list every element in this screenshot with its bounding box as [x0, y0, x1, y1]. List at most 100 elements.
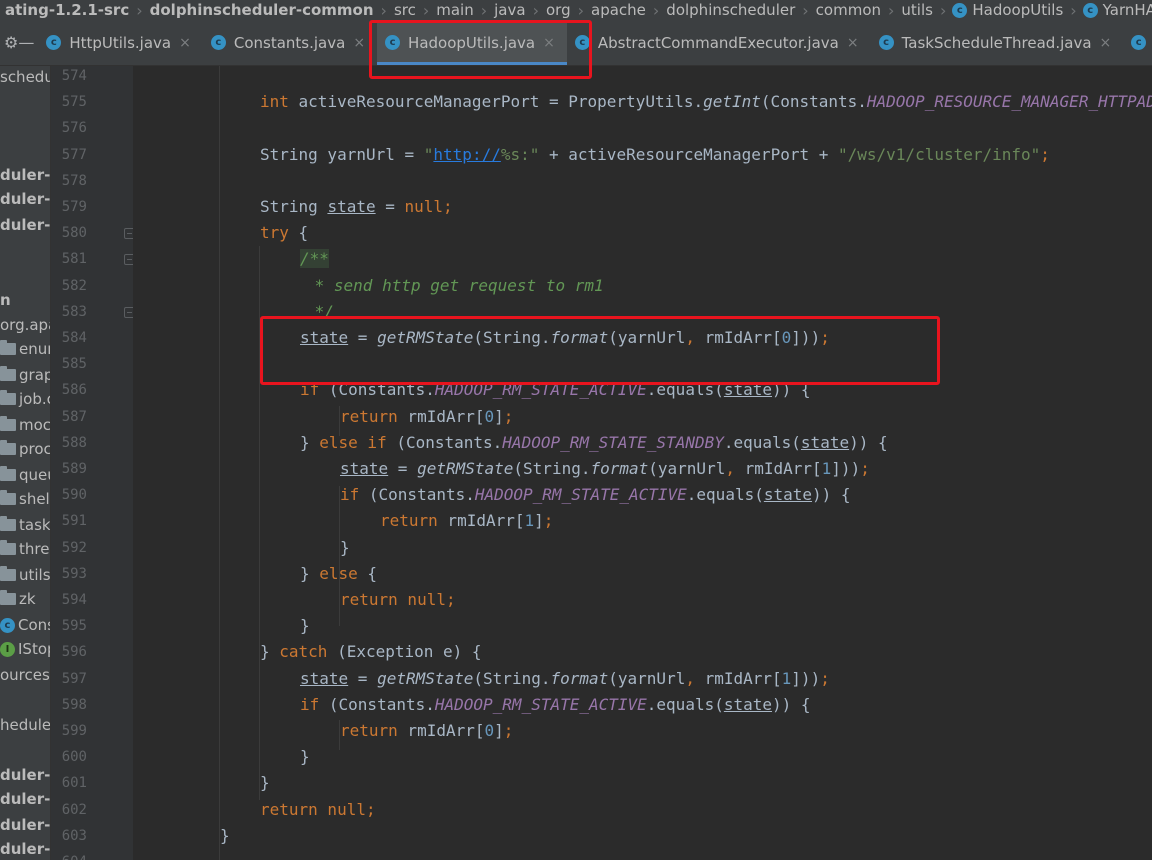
folder-icon [0, 366, 16, 381]
code-token: + activeResourceManagerPort + [539, 144, 838, 164]
breadcrumb-label: HadoopUtils [972, 1, 1064, 19]
project-tree-item[interactable]: IIStop [0, 638, 50, 660]
project-tree[interactable]: schedu duler-a duler-a duler-c n org.apa enur g… [0, 66, 50, 860]
code-line[interactable]: return rmIdArr[0]; [340, 404, 513, 430]
code-line[interactable]: } catch (Exception e) { [260, 639, 482, 665]
code-token: state [340, 459, 389, 478]
breadcrumb-item[interactable]: utils [896, 1, 938, 19]
project-tree-item[interactable]: proc [0, 438, 50, 460]
breadcrumb-item[interactable]: org [541, 1, 576, 19]
project-tree-item[interactable]: shell [0, 488, 50, 510]
code-token: HADOOP_RESOURCE_MANAGER_HTTPADDRESS_PORT [866, 92, 1152, 112]
project-tree-item[interactable]: grap [0, 364, 50, 386]
tab-taskschedulethread[interactable]: c TaskScheduleThread.java × [871, 20, 1124, 65]
project-tree-item[interactable]: org.apa [0, 314, 50, 336]
project-tree-item[interactable]: duler-a [0, 188, 50, 210]
code-token: getRMState [377, 668, 474, 688]
breadcrumb-item[interactable]: java [489, 1, 530, 19]
code-line[interactable]: state = getRMState(String.format(yarnUrl… [300, 666, 830, 692]
breadcrumb-item[interactable]: common [811, 1, 886, 19]
code-token: .equals( [646, 694, 724, 714]
project-tree-label: queu [19, 466, 50, 484]
breadcrumb-item[interactable]: src [389, 1, 421, 19]
code-line[interactable]: } [340, 535, 350, 561]
project-tree-item[interactable]: ources [0, 664, 50, 686]
line-number: 602 [61, 801, 87, 818]
line-number: 598 [61, 696, 87, 713]
code-line[interactable]: } [220, 823, 230, 849]
code-token: { [357, 563, 378, 583]
breadcrumb-item[interactable]: ating-1.2.1-src [0, 1, 134, 19]
project-tree-item[interactable]: duler-a [0, 164, 50, 186]
code-line[interactable]: } [260, 770, 270, 796]
project-tree-item[interactable]: task [0, 514, 50, 536]
project-tree-item[interactable]: moc [0, 414, 50, 436]
code-highlight-box [260, 316, 940, 385]
tab-httputils[interactable]: c HttpUtils.java × [38, 20, 203, 65]
code-line[interactable]: try { [260, 220, 308, 246]
code-token: state [300, 668, 349, 688]
project-tree-item[interactable]: duler-c [0, 214, 50, 236]
project-tree-item[interactable]: enur [0, 338, 50, 360]
project-tree-item[interactable]: duler-r [0, 814, 50, 836]
breadcrumb-item[interactable]: main [431, 1, 478, 19]
code-line[interactable]: } else { [300, 561, 377, 587]
code-line[interactable]: return rmIdArr[0]; [340, 718, 513, 744]
breadcrumb-item[interactable]: apache [586, 1, 651, 19]
project-tree-item[interactable]: n [0, 289, 11, 311]
line-number: 604 [51, 849, 87, 860]
project-tree-item[interactable]: hedule [0, 714, 50, 736]
breadcrumb-separator-icon: › [939, 0, 947, 20]
code-line[interactable]: state = getRMState(String.format(yarnUrl… [340, 456, 870, 482]
tab-abstractcommandexecutor[interactable]: c AbstractCommandExecutor.java × [567, 20, 871, 65]
project-tree-item[interactable]: job.c [0, 388, 50, 410]
project-tree-item[interactable]: zk [0, 588, 36, 610]
breadcrumb-item[interactable]: dolphinscheduler-common [145, 1, 379, 19]
breadcrumb-item[interactable]: dolphinscheduler [661, 1, 800, 19]
project-tree-item[interactable]: queu [0, 464, 50, 486]
breadcrumb-item[interactable]: cYarnHAAdmin [1079, 1, 1152, 19]
line-number: 574 [61, 68, 87, 84]
gear-icon[interactable]: ⚙ [4, 33, 18, 52]
active-tab-highlight-box [369, 20, 592, 79]
code-line[interactable]: return null; [260, 797, 376, 823]
code-line[interactable]: } [300, 744, 310, 770]
breadcrumb-item[interactable]: c HadoopUtils [948, 1, 1068, 19]
code-token: ; [365, 799, 376, 819]
close-icon[interactable]: × [179, 35, 191, 51]
breadcrumb-label: YarnHAAdmin [1102, 1, 1152, 19]
code-line[interactable]: String yarnUrl = "http://%s:" + activeRe… [260, 142, 1050, 168]
code-line[interactable]: /** [300, 246, 329, 272]
close-icon[interactable]: × [353, 35, 365, 51]
code-line[interactable]: return null; [340, 587, 456, 613]
code-token: ; [503, 406, 514, 426]
line-number: 599 [61, 723, 87, 739]
tab-t[interactable]: cT [1123, 20, 1152, 65]
minimize-icon[interactable]: — [18, 33, 34, 52]
code-line[interactable]: } else if (Constants.HADOOP_RM_STATE_STA… [300, 430, 888, 456]
project-tree-item[interactable]: schedu [0, 66, 50, 88]
close-icon[interactable]: × [847, 35, 859, 51]
line-number: 593 [61, 565, 87, 582]
project-tree-item[interactable]: duler-c [0, 764, 50, 786]
code-token: rmIdArr[ [437, 511, 525, 531]
code-line[interactable]: if (Constants.HADOOP_RM_STATE_ACTIVE.equ… [340, 482, 851, 508]
code-line[interactable]: String state = null; [260, 194, 453, 220]
code-line[interactable]: } [300, 613, 310, 639]
code-token: " [423, 144, 434, 164]
tab-constants[interactable]: c Constants.java × [203, 20, 377, 65]
code-token: catch [279, 642, 328, 662]
code-editor[interactable]: int activeResourceManagerPort = Property… [133, 66, 1152, 860]
close-icon[interactable]: × [1100, 35, 1112, 51]
code-token: return null [260, 799, 366, 819]
project-tree-item[interactable]: cCons [0, 614, 50, 636]
code-token: (String. [473, 668, 551, 688]
code-line[interactable]: if (Constants.HADOOP_RM_STATE_ACTIVE.equ… [300, 692, 811, 718]
project-tree-item[interactable]: utils [0, 564, 50, 586]
project-tree-item[interactable]: duler-s [0, 838, 50, 860]
project-tree-item[interactable]: threa [0, 538, 50, 560]
project-tree-item[interactable]: duler-c [0, 788, 50, 810]
code-line[interactable]: return rmIdArr[1]; [380, 508, 553, 534]
code-line[interactable]: int activeResourceManagerPort = Property… [260, 89, 1152, 115]
code-line[interactable]: * send http get request to rm1 [305, 273, 604, 299]
